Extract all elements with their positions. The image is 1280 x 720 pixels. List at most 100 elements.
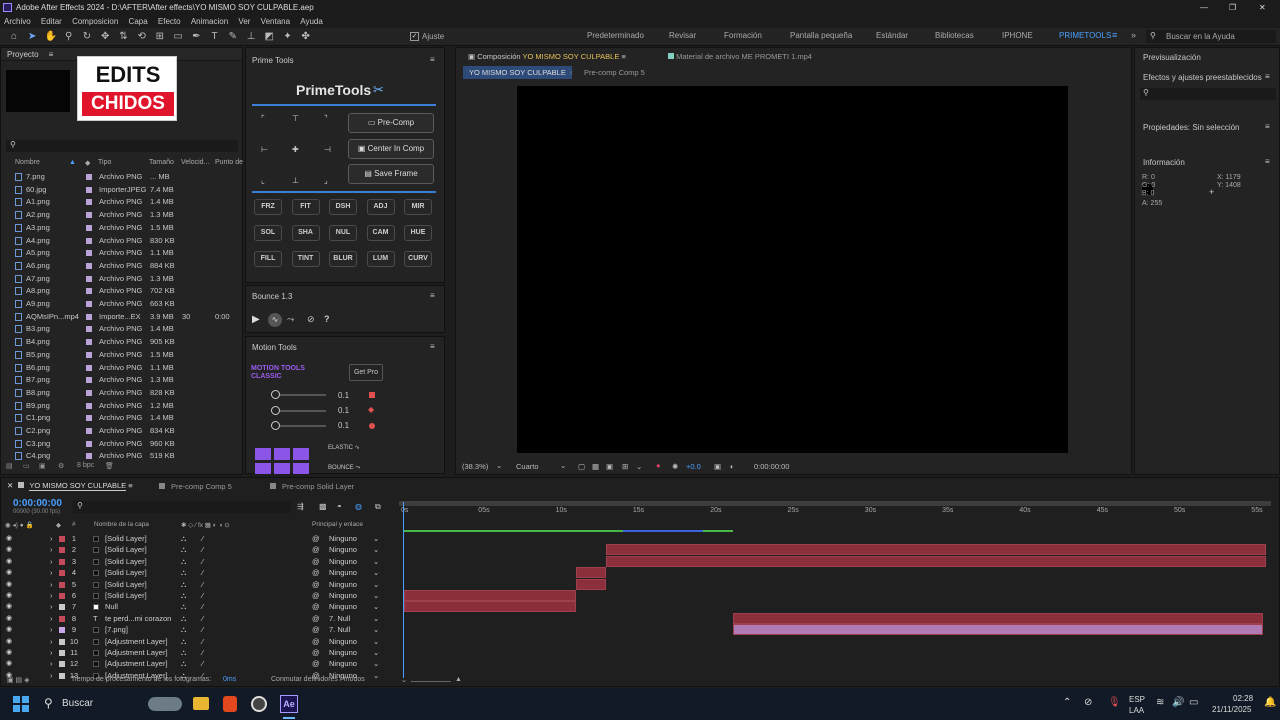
timeline-tab-precomp[interactable]: Pre-comp Comp 5 [159,482,232,491]
layer-row[interactable]: ◉ › 3 [Solid Layer] ⛬ ⁄ @ Ninguno ⌄ [1,556,399,567]
col-point[interactable]: Punto de [215,159,243,166]
timeline-tab-solid[interactable]: Pre-comp Solid Layer [270,482,354,491]
primetools-button-sol[interactable]: SOL [254,225,282,241]
panel-menu-icon[interactable]: ≡ [1265,72,1270,81]
layer-name[interactable]: [Adjustment Layer] [105,647,168,658]
file-row[interactable]: B9.png Archivo PNG 1.2 MB [1,400,241,413]
notification-bell-icon[interactable]: 🔔 [1264,697,1276,708]
layer-row[interactable]: ◉ › 11 [Adjustment Layer] ⛬ ⁄ @ Ninguno ⌄ [1,647,399,658]
parent-dropdown-icon[interactable]: ⌄ [373,590,379,601]
file-row[interactable]: A4.png Archivo PNG 830 KB [1,235,241,248]
workspace-pantalla-pequena[interactable]: Pantalla pequeña [790,31,852,40]
remove-icon[interactable]: ⊘ [307,314,315,325]
search-icon[interactable]: ⚲ [44,696,53,710]
hand-tool-icon[interactable]: ✋ [44,31,56,43]
shy-switch-icon[interactable]: ⛬ [181,647,186,658]
guides-icon[interactable]: ⊞ [622,462,628,471]
shy-switch-icon[interactable]: ⛬ [181,567,186,578]
visibility-eye-icon[interactable]: ◉ [6,613,12,624]
parent-select[interactable]: Ninguno [329,533,357,544]
label-swatch[interactable] [86,224,92,231]
slider-1[interactable] [271,390,326,399]
quality-select[interactable]: Cuarto [516,462,539,471]
effects-search[interactable]: ⚲ [1140,88,1276,100]
layer-name[interactable]: Null [105,601,118,612]
label-swatch[interactable] [86,250,92,257]
precomp-button[interactable]: ▭ Pre-Comp [348,113,434,133]
quality-dropdown-icon[interactable]: ⌄ [560,461,566,470]
menu-ver[interactable]: Ver [238,17,250,26]
visibility-eye-icon[interactable]: ◉ [6,556,12,567]
parent-select[interactable]: Ninguno [329,579,357,590]
taskbar-search[interactable]: Buscar [62,698,93,709]
col-parent[interactable]: Principal y enlace [312,521,363,528]
wifi-icon[interactable]: ≋ [1156,697,1164,708]
layer-name[interactable]: [Solid Layer] [105,590,147,601]
pen-tool-icon[interactable]: ✒ [190,31,202,43]
footage-tab[interactable]: Material de archivo ME PROMETI 1.mp4 [668,52,812,61]
anchor-bottom-right-icon[interactable]: ⌟ [324,176,328,185]
shy-switch-icon[interactable]: ⛬ [181,533,186,544]
shy-switch-icon[interactable]: ⛬ [181,544,186,555]
help-icon[interactable]: ? [324,314,330,324]
pickwhip-icon[interactable]: @ [312,544,320,555]
parent-dropdown-icon[interactable]: ⌄ [373,658,379,669]
quality-switch-icon[interactable]: ⁄ [202,624,203,635]
label-swatch[interactable] [86,428,92,434]
layer-label-color[interactable] [59,615,65,622]
layer-name[interactable]: [Solid Layer] [105,533,147,544]
layer-duration-bar[interactable] [606,555,1266,567]
primetools-button-tint[interactable]: TINT [291,251,320,267]
file-row[interactable]: A7.png Archivo PNG 1.3 MB [1,273,241,286]
bpc-label[interactable]: 8 bpc [77,462,94,469]
record-circle-icon[interactable] [369,423,375,429]
pickwhip-icon[interactable]: @ [312,601,320,612]
parent-dropdown-icon[interactable]: ⌄ [373,647,379,658]
layer-label-color[interactable] [59,593,65,599]
pickwhip-icon[interactable]: @ [312,624,320,635]
draft-3d-icon[interactable]: ▩ [319,502,327,511]
expand-arrow-icon[interactable]: › [50,567,53,578]
label-swatch[interactable] [86,212,92,219]
panel-menu-icon[interactable]: ≡ [1265,122,1270,131]
preview-title[interactable]: Previsualización [1143,53,1201,62]
pickwhip-icon[interactable]: @ [312,556,320,567]
brush-tool-icon[interactable]: ✎ [227,31,239,43]
primetools-button-blur[interactable]: BLUR [329,251,357,267]
layer-name[interactable]: [Solid Layer] [105,567,147,578]
file-row[interactable]: B4.png Archivo PNG 905 KB [1,336,241,349]
trash-icon[interactable]: 🗑 [105,462,114,470]
parent-dropdown-icon[interactable]: ⌄ [373,533,379,544]
label-swatch[interactable] [86,275,92,282]
home-icon[interactable]: ⌂ [8,31,20,43]
expand-arrow-icon[interactable]: › [50,647,53,658]
file-row[interactable]: A9.png Archivo PNG 663 KB [1,298,241,311]
parent-dropdown-icon[interactable]: ⌄ [373,556,379,567]
orbit-tool-icon[interactable]: ↻ [81,31,93,43]
play-icon[interactable]: ▶ [252,314,260,325]
anchor-middle-left-icon[interactable]: ⊢ [261,145,268,154]
layer-duration-bar[interactable] [733,624,1263,636]
expand-arrow-icon[interactable]: › [50,590,53,601]
eraser-tool-icon[interactable]: ◩ [263,31,275,43]
visibility-eye-icon[interactable]: ◉ [6,624,12,635]
comp-subtab-precomp[interactable]: Pre-comp Comp 5 [584,68,645,77]
primetools-button-dsh[interactable]: DSH [329,199,357,215]
properties-title[interactable]: Propiedades: Sin selección [1143,123,1240,132]
center-in-comp-button[interactable]: ▣ Center In Comp [348,139,434,159]
quality-switch-icon[interactable]: ⁄ [202,579,203,590]
file-row[interactable]: A2.png Archivo PNG 1.3 MB [1,209,241,222]
layer-label-color[interactable] [59,558,65,565]
effects-title[interactable]: Efectos y ajustes preestablecidos [1143,73,1262,82]
ajuste-checkbox[interactable]: ✓ [410,32,419,41]
label-swatch[interactable] [86,339,92,346]
menu-ventana[interactable]: Ventana [261,17,290,26]
region-icon[interactable]: ▢ [578,462,585,471]
panel-menu-icon[interactable]: ≡ [430,342,435,351]
layer-name[interactable]: [Solid Layer] [105,556,147,567]
graph-editor-icon[interactable]: ⧉ [375,502,381,512]
quality-switch-icon[interactable]: ⁄ [202,601,203,612]
layer-label-color[interactable] [59,604,65,611]
layer-name[interactable]: [7.png] [105,624,128,635]
zoom-out-icon[interactable]: ⌄ [401,676,407,684]
